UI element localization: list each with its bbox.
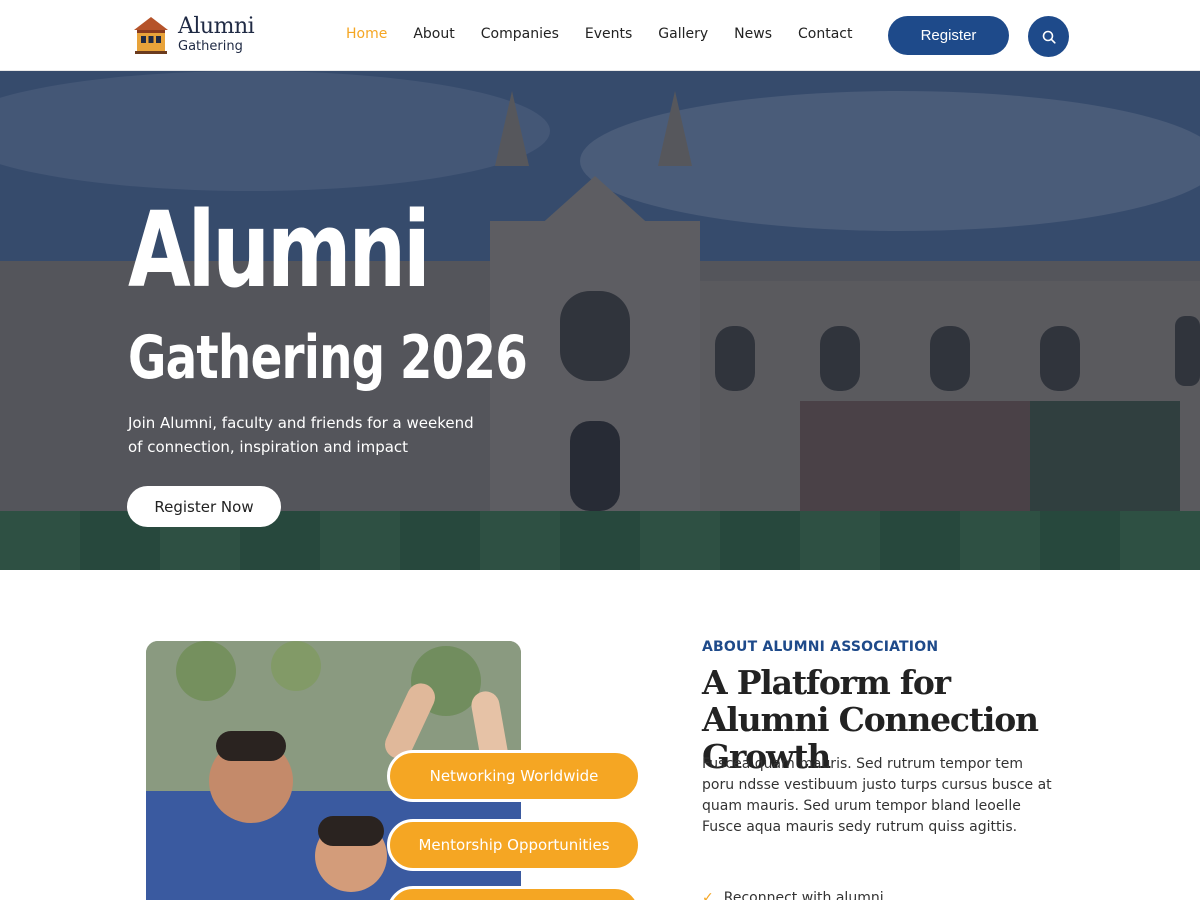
nav-events[interactable]: Events: [585, 26, 632, 42]
nav-gallery[interactable]: Gallery: [658, 26, 708, 42]
check-icon: ✓: [702, 890, 714, 900]
search-button[interactable]: [1028, 16, 1069, 57]
building-icon: [134, 17, 168, 54]
logo-subtext: Gathering: [178, 39, 243, 54]
nav-news[interactable]: News: [734, 26, 772, 42]
checklist-item-label: Reconnect with alumni: [723, 890, 884, 900]
search-icon: [1042, 30, 1056, 44]
feature-pill-partial: [387, 886, 641, 900]
register-button[interactable]: Register: [888, 16, 1009, 55]
hero-subtitle: Gathering 2026: [128, 323, 528, 393]
site-header: Alumni Gathering Home About Companies Ev…: [0, 0, 1200, 71]
about-description: Fuscea quam mauris. Sed rutrum tempor te…: [702, 756, 1052, 835]
about-eyebrow: ABOUT ALUMNI ASSOCIATION: [702, 639, 939, 655]
nav-home[interactable]: Home: [346, 26, 387, 42]
nav-about[interactable]: About: [413, 26, 454, 42]
main-nav: Home About Companies Events Gallery News…: [346, 26, 878, 42]
checklist-item: ✓ Reconnect with alumni: [702, 890, 884, 900]
hero-section: Alumni Gathering 2026 Join Alumni, facul…: [0, 71, 1200, 570]
logo-text: Alumni: [178, 14, 255, 39]
feature-networking: Networking Worldwide: [387, 750, 641, 802]
nav-companies[interactable]: Companies: [481, 26, 559, 42]
feature-mentorship: Mentorship Opportunities: [387, 819, 641, 871]
nav-contact[interactable]: Contact: [798, 26, 852, 42]
register-now-button[interactable]: Register Now: [127, 486, 281, 527]
hero-description: Join Alumni, faculty and friends for a w…: [128, 414, 474, 456]
logo[interactable]: Alumni Gathering: [132, 14, 262, 58]
hero-title: Alumni: [128, 189, 431, 311]
